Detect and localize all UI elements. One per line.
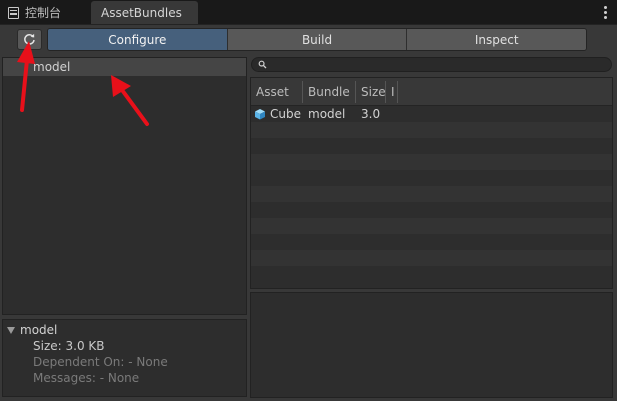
column-header-bundle[interactable]: Bundle xyxy=(303,81,356,103)
refresh-icon xyxy=(24,33,35,45)
asset-table-header: Asset Bundle Size I xyxy=(251,78,612,106)
cell-asset-label: Cube xyxy=(270,107,301,121)
editor-tab-strip: 控制台 AssetBundles xyxy=(0,0,617,24)
table-row-empty xyxy=(251,202,612,218)
mode-tab-bar: Configure Build Inspect xyxy=(47,28,587,51)
tab-assetbundles[interactable]: AssetBundles xyxy=(91,1,198,24)
table-row-empty xyxy=(251,138,612,154)
column-header-asset[interactable]: Asset xyxy=(251,81,303,103)
bundle-detail-panel: model Size: 3.0 KB Dependent On: - None … xyxy=(2,319,247,397)
cube-icon xyxy=(255,109,265,120)
table-row-empty xyxy=(251,234,612,250)
bundle-list[interactable]: model xyxy=(2,57,247,315)
table-row-empty xyxy=(251,186,612,202)
column-header-extra[interactable]: I xyxy=(386,81,398,103)
bundle-size-text: Size: 3.0 KB xyxy=(33,339,105,353)
search-field[interactable] xyxy=(251,57,612,72)
asset-table[interactable]: Asset Bundle Size I Cube model 3.0 xyxy=(250,77,613,289)
table-row-empty xyxy=(251,122,612,138)
bundle-list-item[interactable]: model xyxy=(3,58,246,76)
asset-preview-panel xyxy=(250,292,613,398)
table-row-empty xyxy=(251,218,612,234)
more-vertical-icon[interactable] xyxy=(603,6,607,19)
bundle-detail-foldout[interactable]: model xyxy=(3,322,246,338)
table-row-empty xyxy=(251,250,612,266)
table-row-empty xyxy=(251,170,612,186)
tab-inspect[interactable]: Inspect xyxy=(407,29,586,50)
tab-console-label: 控制台 xyxy=(25,6,62,20)
tab-assetbundles-label: AssetBundles xyxy=(101,5,182,20)
cell-bundle: model xyxy=(308,107,346,121)
table-row-empty xyxy=(251,266,612,282)
bundle-item-label: model xyxy=(33,60,71,74)
bundle-dependent-on-text: Dependent On: - None xyxy=(33,355,168,369)
assetbundles-window: Configure Build Inspect model model Size… xyxy=(0,24,617,401)
bundle-detail-title: model xyxy=(20,323,58,337)
tab-build[interactable]: Build xyxy=(227,29,408,50)
tab-console[interactable]: 控制台 xyxy=(8,1,61,24)
bundle-messages-text: Messages: - None xyxy=(33,371,140,385)
tab-configure[interactable]: Configure xyxy=(48,29,228,50)
table-row[interactable]: Cube model 3.0 xyxy=(251,106,612,122)
triangle-down-icon xyxy=(7,326,15,334)
cell-asset: Cube xyxy=(251,107,303,121)
search-input[interactable] xyxy=(270,58,600,71)
column-header-size[interactable]: Size xyxy=(356,81,386,103)
console-icon xyxy=(8,6,19,19)
refresh-button[interactable] xyxy=(17,29,42,50)
table-row-empty xyxy=(251,154,612,170)
cell-size: 3.0 xyxy=(361,107,381,121)
search-icon xyxy=(258,60,267,69)
